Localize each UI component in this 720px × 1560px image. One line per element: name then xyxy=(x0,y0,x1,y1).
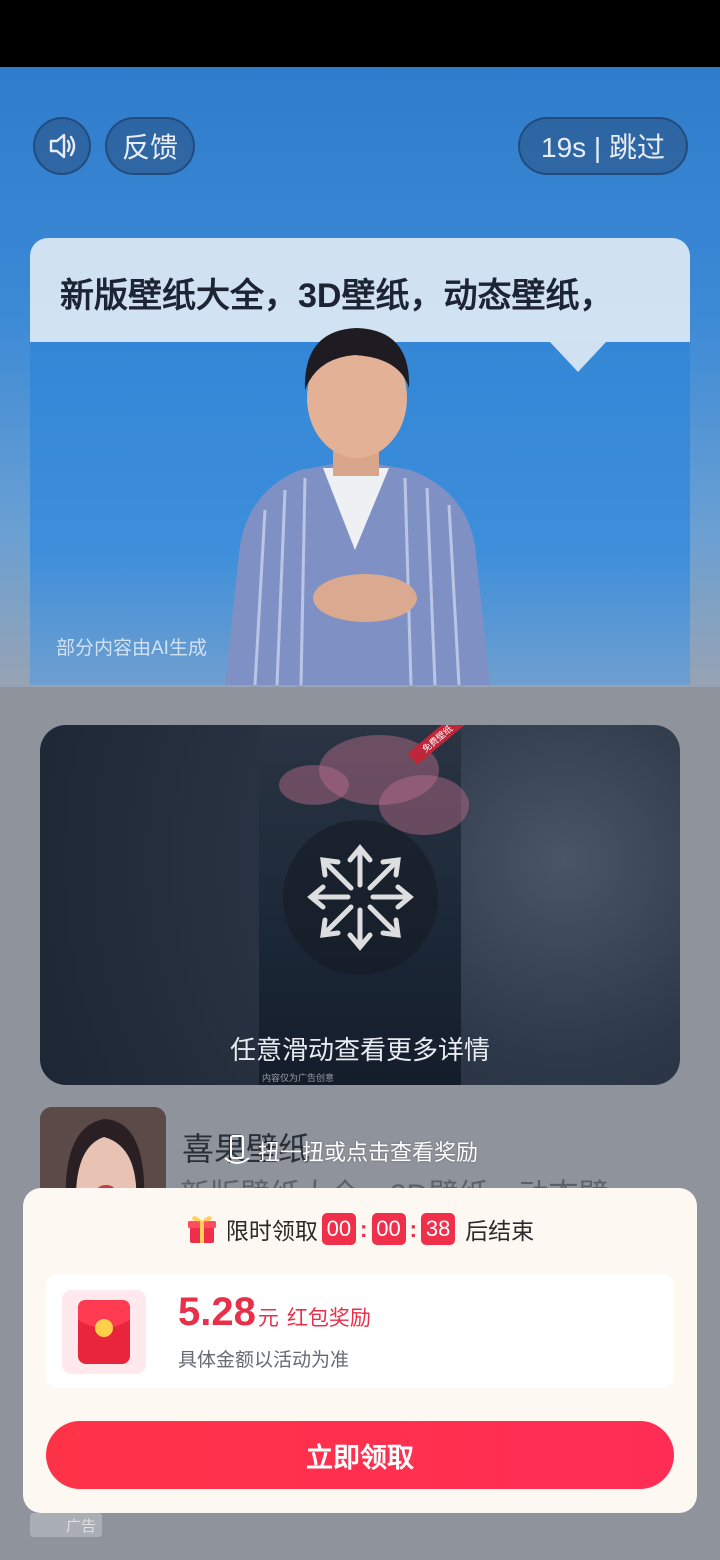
speaker-icon xyxy=(49,133,76,159)
preview-caption: 内容仅为广告创意 xyxy=(262,1073,335,1083)
countdown-seconds: 38 xyxy=(421,1213,456,1245)
countdown-hours: 00 xyxy=(321,1213,356,1245)
sound-toggle-button[interactable] xyxy=(33,117,91,175)
claim-now-button[interactable]: 立即领取 xyxy=(46,1421,674,1489)
twist-hint[interactable]: 扭一扭或点击查看奖励 xyxy=(222,1134,478,1168)
ad-badge: 广告 xyxy=(30,1513,102,1537)
twist-hint-text: 扭一扭或点击查看奖励 xyxy=(258,1140,479,1165)
countdown-minutes: 00 xyxy=(371,1213,406,1245)
countdown-row: 限时领取 00 : 00 : 38 后结束 xyxy=(0,1210,720,1248)
countdown-separator: : xyxy=(359,1215,368,1242)
countdown-prefix: 限时领取 xyxy=(225,1218,318,1244)
skip-countdown-button[interactable]: 19s | 跳过 xyxy=(518,117,688,175)
countdown-suffix: 后结束 xyxy=(465,1218,535,1244)
red-envelope-tile xyxy=(62,1290,146,1374)
countdown-separator: : xyxy=(409,1215,418,1242)
reward-amount-unit: 元 xyxy=(257,1307,279,1330)
gift-icon xyxy=(187,1215,216,1243)
reward-amount-value: 5.28 xyxy=(178,1290,256,1334)
swipe-hint-text: 任意滑动查看更多详情 xyxy=(229,1035,490,1065)
phone-shake-icon xyxy=(224,1135,250,1164)
red-envelope-icon xyxy=(78,1300,130,1364)
reward-label: 红包奖励 xyxy=(286,1307,371,1330)
feedback-button[interactable]: 反馈 xyxy=(105,117,195,175)
bubble-tail xyxy=(550,342,606,372)
reward-amount: 5.28 元 红包奖励 xyxy=(178,1290,371,1335)
swipe-arrows-icon xyxy=(283,820,438,975)
presenter-figure xyxy=(225,328,490,685)
reward-note: 具体金额以活动为准 xyxy=(178,1350,350,1371)
free-wallpaper-tag: 免费壁纸 xyxy=(407,725,467,765)
status-bar xyxy=(0,0,720,67)
ai-generated-note: 部分内容由AI生成 xyxy=(56,638,207,659)
